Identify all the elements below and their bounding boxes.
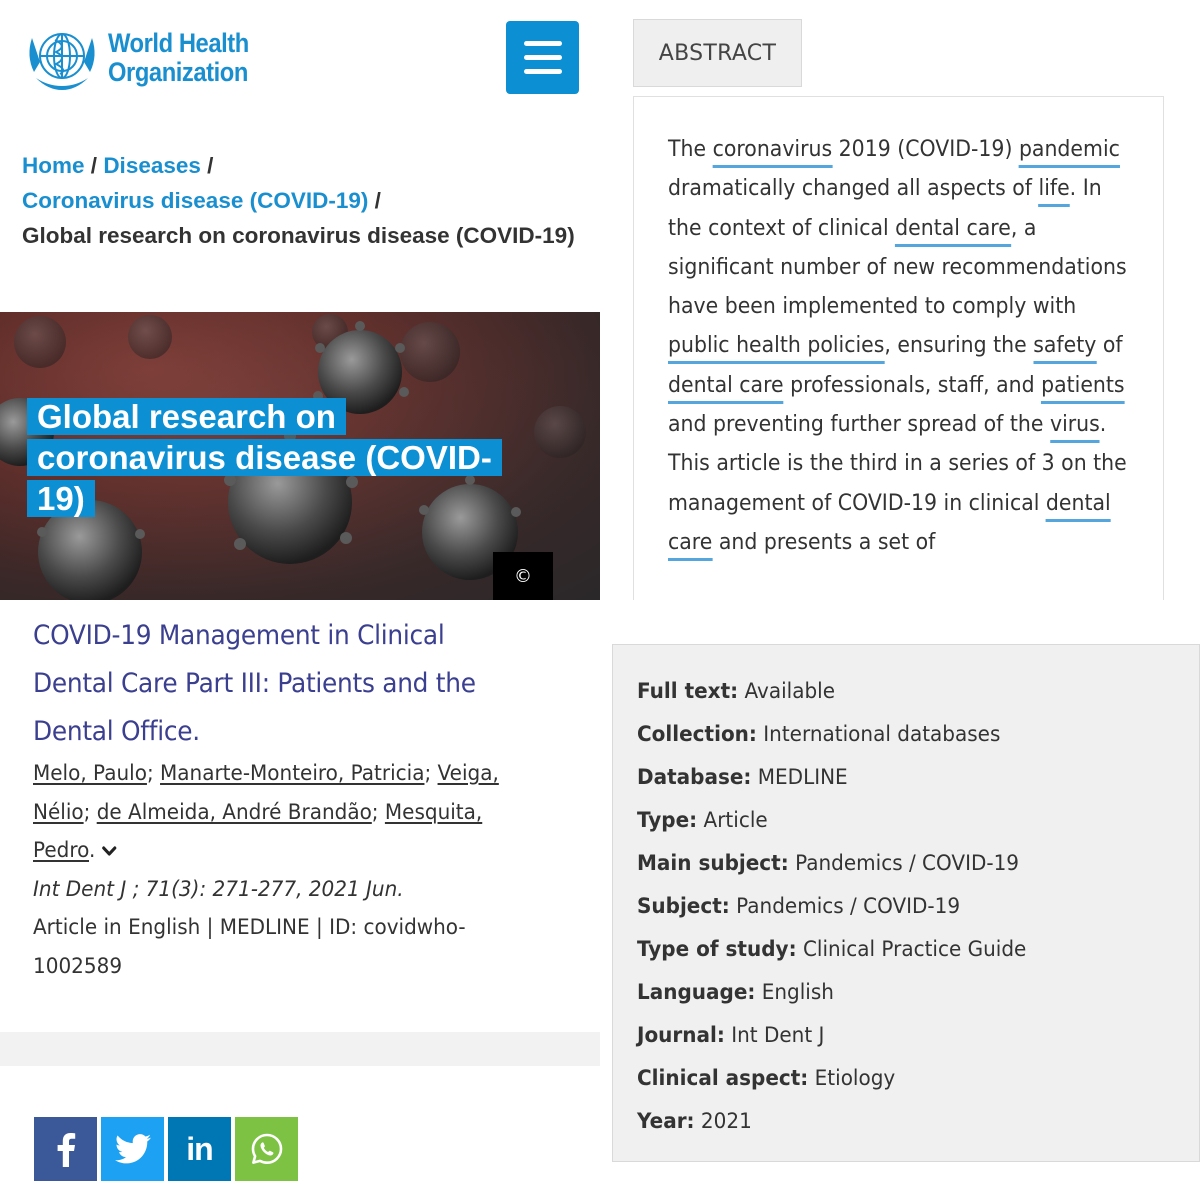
share-facebook-button[interactable] — [34, 1117, 97, 1181]
abstract-text-segment: The — [668, 137, 713, 162]
details-row: Collection: International databases — [637, 713, 1176, 756]
details-key: Year: — [637, 1109, 695, 1134]
abstract-text-segment: and preventing further spread of the — [668, 412, 1050, 438]
details-value: Available — [744, 679, 836, 704]
abstract-text-segment: dramatically changed all aspects of — [668, 176, 1039, 202]
article-meta: Article in English | MEDLINE | ID: covid… — [33, 915, 466, 979]
citation: Int Dent J ; 71(3): 271-277, 2021 Jun. — [33, 877, 404, 902]
abstract-keyword-link[interactable]: safety — [1033, 333, 1097, 365]
breadcrumb-separator: / — [374, 188, 381, 213]
details-key: Full text: — [637, 679, 739, 704]
details-key: Subject: — [637, 894, 730, 919]
linkedin-icon: in — [186, 1130, 213, 1167]
details-row: Language: English — [637, 971, 1176, 1014]
logo-line-1: World Health — [108, 28, 249, 58]
facebook-icon — [57, 1133, 75, 1167]
abstract-keyword-link[interactable]: life — [1038, 176, 1070, 208]
tab-abstract[interactable]: ABSTRACT — [633, 19, 802, 87]
share-whatsapp-button[interactable] — [235, 1117, 298, 1181]
details-row: Clinical aspect: Etiology — [637, 1057, 1176, 1100]
twitter-icon — [114, 1134, 151, 1164]
abstract-box[interactable]: The coronavirus 2019 (COVID-19) pandemic… — [633, 96, 1164, 600]
details-value: Clinical Practice Guide — [802, 937, 1027, 962]
details-value: 2021 — [700, 1109, 752, 1134]
share-twitter-button[interactable] — [101, 1117, 164, 1181]
share-linkedin-button[interactable]: in — [168, 1117, 231, 1181]
copyright-badge[interactable]: © — [493, 552, 553, 600]
details-row: Full text: Available — [637, 670, 1176, 713]
breadcrumb-covid-link[interactable]: Coronavirus disease (COVID-19) — [22, 188, 368, 213]
author-list: Melo, Paulo; Manarte-Monteiro, Patricia;… — [33, 761, 499, 863]
breadcrumb-current: Global research on coronavirus disease (… — [22, 223, 575, 248]
hero-title-line: 19) — [27, 480, 95, 517]
abstract-keyword-link[interactable]: dental care — [895, 215, 1011, 247]
details-key: Language: — [637, 980, 756, 1005]
whatsapp-icon — [251, 1133, 282, 1164]
abstract-keyword-link[interactable]: public health policies — [668, 333, 885, 365]
author-link[interactable]: Manarte-Monteiro, Patricia — [160, 761, 424, 786]
details-row: Type of study: Clinical Practice Guide — [637, 928, 1176, 971]
details-row: Main subject: Pandemics / COVID-19 — [637, 842, 1176, 885]
details-value: Article — [703, 808, 768, 833]
details-value: Pandemics / COVID-19 — [795, 851, 1020, 876]
details-row: Type: Article — [637, 799, 1176, 842]
who-emblem-icon — [29, 33, 95, 90]
breadcrumb-diseases-link[interactable]: Diseases — [103, 153, 201, 178]
details-key: Main subject: — [637, 851, 789, 876]
article-title: COVID-19 Management in Clinical Dental C… — [33, 620, 476, 747]
details-row: Subject: Pandemics / COVID-19 — [637, 885, 1176, 928]
details-row: Journal: Int Dent J — [637, 1014, 1176, 1057]
details-key: Journal: — [637, 1023, 725, 1048]
abstract-text: The coronavirus 2019 (COVID-19) pandemic… — [668, 130, 1138, 562]
author-link[interactable]: de Almeida, André Brandão — [97, 800, 372, 825]
details-value: MEDLINE — [757, 765, 848, 790]
menu-bar-icon — [523, 55, 562, 60]
hero-title-line: coronavirus disease (COVID- — [27, 439, 502, 476]
details-key: Type of study: — [637, 937, 797, 962]
details-value: English — [761, 980, 834, 1005]
details-box: Full text: Available Collection: Internat… — [612, 644, 1200, 1162]
details-row: Database: MEDLINE — [637, 756, 1176, 799]
divider-strip — [0, 1032, 600, 1066]
details-key: Database: — [637, 765, 752, 790]
hamburger-menu-button[interactable] — [506, 21, 579, 94]
breadcrumb-separator: / — [207, 153, 214, 178]
details-row: Year: 2021 — [637, 1100, 1176, 1143]
details-key: Type: — [637, 808, 698, 833]
logo-line-2: Organization — [108, 57, 248, 87]
details-value: Pandemics / COVID-19 — [736, 894, 961, 919]
details-list: Full text: Available Collection: Internat… — [637, 670, 1176, 1143]
hero-title: Global research on coronavirus disease (… — [27, 396, 587, 519]
details-value: Etiology — [814, 1066, 896, 1091]
abstract-keyword-link[interactable]: dental care — [668, 372, 784, 404]
abstract-keyword-link[interactable]: virus — [1049, 412, 1100, 444]
author-link[interactable]: Melo, Paulo — [33, 761, 147, 786]
who-logo[interactable]: World Health Organization — [22, 20, 272, 96]
hero-title-line: Global research on — [27, 398, 346, 435]
menu-bar-icon — [523, 69, 562, 74]
details-key: Collection: — [637, 722, 757, 747]
abstract-keyword-link[interactable]: patients — [1041, 372, 1125, 404]
details-key: Clinical aspect: — [637, 1066, 809, 1091]
breadcrumb-home-link[interactable]: Home — [22, 153, 85, 178]
abstract-text-segment: of — [1096, 333, 1123, 359]
left-panel: World Health Organization Home / Disease… — [0, 0, 600, 1200]
abstract-keyword-link[interactable]: pandemic — [1018, 137, 1120, 168]
abstract-text-segment: 2019 (COVID-19) — [832, 137, 1019, 162]
details-value: International databases — [763, 722, 1001, 747]
abstract-text-segment: and presents a set of — [712, 529, 936, 555]
breadcrumb-separator: / — [90, 153, 98, 178]
share-bar: in — [34, 1117, 298, 1181]
chevron-down-icon[interactable] — [101, 842, 118, 860]
details-value: Int Dent J — [731, 1023, 825, 1048]
menu-bar-icon — [523, 41, 562, 46]
abstract-text-segment: , ensuring the — [884, 333, 1034, 359]
breadcrumb: Home / Diseases / Coronavirus disease (C… — [22, 148, 582, 253]
abstract-keyword-link[interactable]: coronavirus — [712, 137, 833, 168]
abstract-text-segment: professionals, staff, and — [783, 372, 1042, 398]
